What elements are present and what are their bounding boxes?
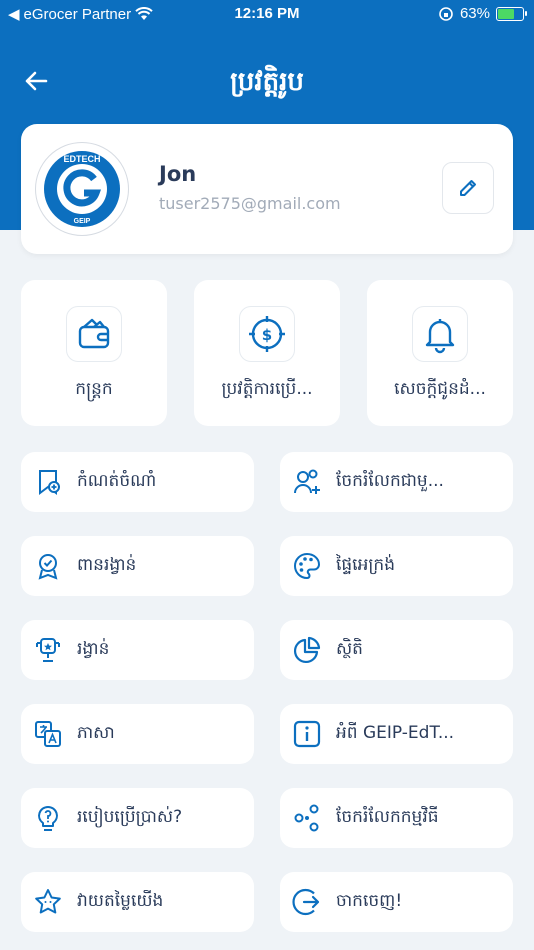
bell-icon	[412, 306, 468, 362]
menu-label: កំណត់ចំណាំ	[77, 470, 157, 491]
user-add-icon	[292, 467, 322, 497]
tile-notifications[interactable]: សេចក្តីជូនដំ...	[367, 280, 513, 426]
menu-item-logout[interactable]: ចាកចេញ!	[280, 872, 513, 932]
menu-item-awards[interactable]: ពានរង្វាន់	[21, 536, 254, 596]
bookmark-add-icon	[33, 467, 63, 497]
coin-target-icon: $	[239, 306, 295, 362]
status-right: 63%	[438, 5, 527, 22]
palette-icon	[292, 551, 322, 581]
menu-label: ចែករំលែកជាមួ...	[336, 470, 444, 491]
tile-wallet[interactable]: កន្ត្រក	[21, 280, 167, 426]
menu-label: ផ្ទៃអេក្រង់	[336, 554, 396, 575]
battery-icon	[496, 6, 527, 21]
tile-label: សេចក្តីជូនដំ...	[394, 379, 486, 399]
menu-item-language[interactable]: ភាសា	[21, 704, 254, 764]
nav-bar: ប្រវត្តិរូប	[0, 55, 534, 107]
menu-label: វាយតម្លៃយើង	[77, 890, 164, 911]
menu-item-how-to-use[interactable]: របៀបប្រើប្រាស់?	[21, 788, 254, 848]
menu-item-share-with[interactable]: ចែករំលែកជាមួ...	[280, 452, 513, 512]
edtech-logo-icon: EDTECH GEIP	[44, 151, 120, 227]
menu-label: ពានរង្វាន់	[77, 554, 137, 575]
info-icon	[292, 719, 322, 749]
lightbulb-icon	[33, 803, 63, 833]
tile-label: កន្ត្រក	[75, 379, 113, 399]
menu-label: ស្ថិតិ	[336, 638, 363, 659]
svg-text:GEIP: GEIP	[74, 218, 91, 225]
menu-label: របៀបប្រើប្រាស់?	[77, 806, 183, 827]
status-bar: ◀ eGrocer Partner 12:16 PM 63%	[0, 0, 534, 30]
translate-icon	[33, 719, 63, 749]
menu-item-statistics[interactable]: ស្ថិតិ	[280, 620, 513, 680]
menu-label: រង្វាន់	[77, 638, 110, 659]
menu-item-rewards[interactable]: រង្វាន់	[21, 620, 254, 680]
battery-percent: 63%	[459, 5, 490, 22]
menu-item-rate-us[interactable]: វាយតម្លៃយើង	[21, 872, 254, 932]
award-icon	[33, 551, 63, 581]
wallet-icon	[66, 306, 122, 362]
star-icon	[33, 887, 63, 917]
menu-item-theme[interactable]: ផ្ទៃអេក្រង់	[280, 536, 513, 596]
menu-label: ភាសា	[77, 722, 115, 743]
logout-icon	[292, 887, 322, 917]
page-title: ប្រវត្តិរូប	[230, 67, 304, 97]
trophy-icon	[33, 635, 63, 665]
menu-label: ចែករំលែកកម្មវិធី	[336, 806, 439, 827]
svg-text:EDTECH: EDTECH	[63, 154, 100, 164]
menu-label: អំពី GEIP-EdT...	[336, 722, 455, 743]
profile-card: EDTECH GEIP Jon tuser2575@gmail.com	[21, 124, 513, 254]
user-email: tuser2575@gmail.com	[159, 194, 341, 213]
pie-chart-icon	[292, 635, 322, 665]
edit-profile-button[interactable]	[442, 162, 494, 214]
tile-label: ប្រវត្តិការប្រើ...	[221, 379, 313, 399]
orientation-lock-icon	[439, 6, 453, 21]
menu-label: ចាកចេញ!	[336, 890, 403, 911]
avatar: EDTECH GEIP	[35, 142, 129, 236]
user-name: Jon	[159, 162, 197, 186]
tile-usage-history[interactable]: $ ប្រវត្តិការប្រើ...	[194, 280, 340, 426]
menu-item-about[interactable]: អំពី GEIP-EdT...	[280, 704, 513, 764]
svg-text:$: $	[262, 326, 272, 344]
share-icon	[292, 803, 322, 833]
menu-item-bookmarks[interactable]: កំណត់ចំណាំ	[21, 452, 254, 512]
pencil-icon	[460, 180, 476, 196]
menu-item-share-app[interactable]: ចែករំលែកកម្មវិធី	[280, 788, 513, 848]
